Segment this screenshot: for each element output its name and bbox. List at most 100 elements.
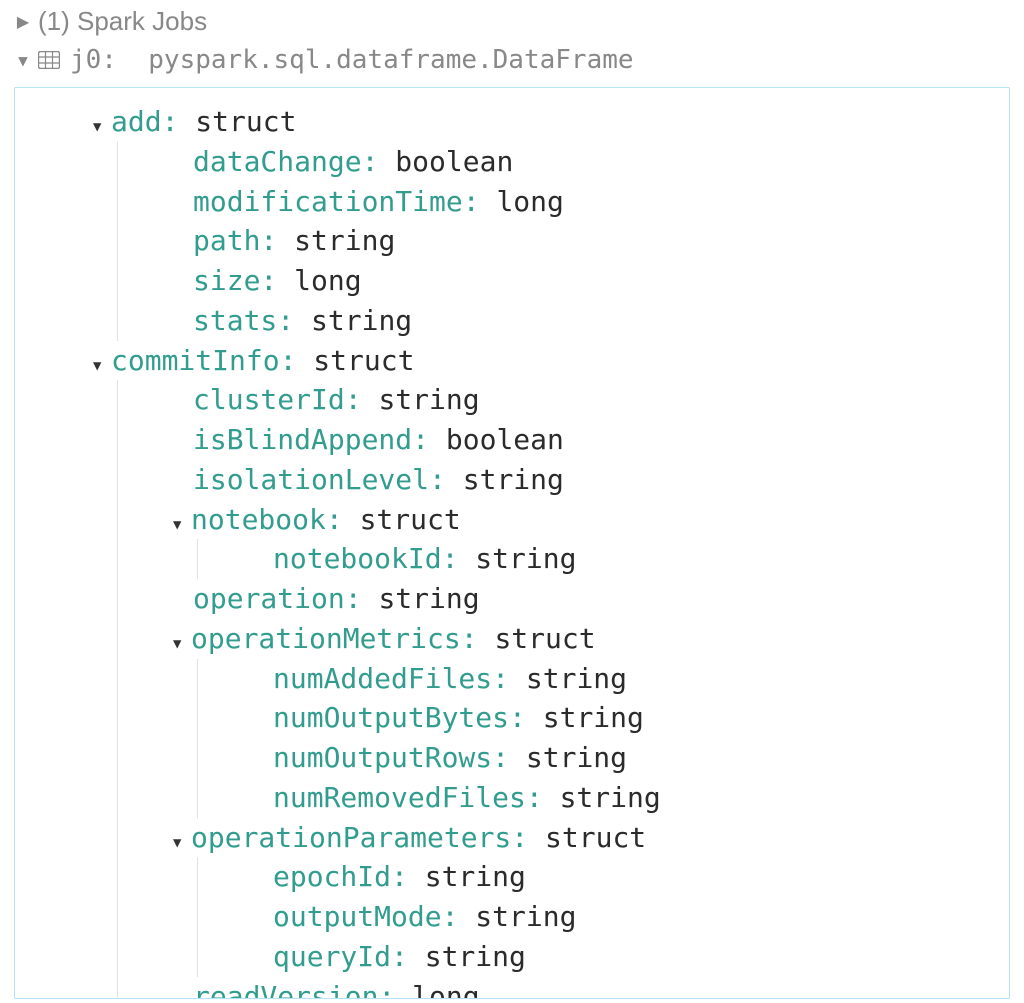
chevron-down-icon[interactable]: ▼ [173, 516, 191, 536]
field-name: numOutputBytes: [273, 698, 526, 738]
field-name: stats: [193, 301, 294, 341]
field-type: string [425, 857, 526, 897]
spacer [362, 380, 379, 420]
field-type: boolean [446, 420, 564, 460]
schema-row: queryId: string [15, 937, 1009, 977]
schema-row: numOutputBytes: string [15, 698, 1009, 738]
tree-guide [95, 261, 175, 301]
tree-guide [95, 897, 175, 937]
spark-jobs-label: (1) Spark Jobs [38, 6, 207, 37]
field-name: operation: [193, 579, 362, 619]
field-type: string [378, 380, 479, 420]
field-type: string [526, 659, 627, 699]
tree-guide [95, 380, 175, 420]
schema-row: modificationTime: long [15, 182, 1009, 222]
tree-guide [175, 778, 255, 818]
field-type: string [475, 539, 576, 579]
schema-row: notebookId: string [15, 539, 1009, 579]
field-type: string [475, 897, 576, 937]
schema-row: numRemovedFiles: string [15, 778, 1009, 818]
schema-row[interactable]: ▼add: struct [15, 102, 1009, 142]
field-type: string [294, 221, 395, 261]
spacer [178, 102, 195, 142]
tree-guide [95, 818, 175, 858]
dataframe-row[interactable]: ▼ j0: pyspark.sql.dataframe.DataFrame [0, 43, 1024, 81]
spark-jobs-row[interactable]: ▶ (1) Spark Jobs [0, 0, 1024, 43]
spacer [429, 420, 446, 460]
schema-row: numOutputRows: string [15, 738, 1009, 778]
tree-guide [95, 221, 175, 261]
spacer [526, 698, 543, 738]
var-name: j0: [70, 45, 117, 75]
spacer [543, 778, 560, 818]
tree-guide [175, 897, 255, 937]
tree-guide [95, 619, 175, 659]
schema-panel: ▼add: structdataChange: booleanmodificat… [14, 87, 1010, 999]
field-type: string [463, 460, 564, 500]
field-type: struct [195, 102, 296, 142]
field-name: epochId: [273, 857, 408, 897]
field-type: boolean [395, 142, 513, 182]
schema-row[interactable]: ▼commitInfo: struct [15, 341, 1009, 381]
field-type: string [526, 738, 627, 778]
tree-guide [95, 659, 175, 699]
field-name: operationParameters: [191, 818, 528, 858]
schema-row: operation: string [15, 579, 1009, 619]
spacer [395, 977, 412, 1000]
tree-guide [95, 182, 175, 222]
field-type: string [425, 937, 526, 977]
schema-row: dataChange: boolean [15, 142, 1009, 182]
field-name: operationMetrics: [191, 619, 478, 659]
tree-guide [95, 460, 175, 500]
spacer [343, 500, 360, 540]
schema-row[interactable]: ▼notebook: struct [15, 500, 1009, 540]
tree-guide [95, 142, 175, 182]
chevron-right-icon: ▶ [14, 12, 32, 32]
field-type: struct [545, 818, 646, 858]
spacer [458, 539, 475, 579]
schema-row: readVersion: long [15, 977, 1009, 1000]
spacer [528, 818, 545, 858]
field-name: add: [111, 102, 178, 142]
field-name: path: [193, 221, 277, 261]
spacer [509, 659, 526, 699]
tree-guide [95, 539, 175, 579]
tree-guide [95, 857, 175, 897]
tree-guide [175, 738, 255, 778]
schema-row: size: long [15, 261, 1009, 301]
schema-row: isBlindAppend: boolean [15, 420, 1009, 460]
tree-guide [95, 500, 175, 540]
spacer [296, 341, 313, 381]
tree-guide [95, 977, 175, 1000]
field-name: isBlindAppend: [193, 420, 429, 460]
schema-row: stats: string [15, 301, 1009, 341]
chevron-down-icon[interactable]: ▼ [173, 635, 191, 655]
field-name: outputMode: [273, 897, 458, 937]
tree-guide [95, 698, 175, 738]
schema-row: numAddedFiles: string [15, 659, 1009, 699]
spacer [480, 182, 497, 222]
tree-guide [95, 738, 175, 778]
schema-row[interactable]: ▼operationMetrics: struct [15, 619, 1009, 659]
spacer [294, 301, 311, 341]
schema-row: clusterId: string [15, 380, 1009, 420]
field-type: struct [360, 500, 461, 540]
field-type: string [560, 778, 661, 818]
schema-row[interactable]: ▼operationParameters: struct [15, 818, 1009, 858]
field-name: notebookId: [273, 539, 458, 579]
field-type: string [311, 301, 412, 341]
field-name: readVersion: [193, 977, 395, 1000]
schema-row: epochId: string [15, 857, 1009, 897]
spacer [458, 897, 475, 937]
tree-guide [175, 857, 255, 897]
field-name: numOutputRows: [273, 738, 509, 778]
chevron-down-icon[interactable]: ▼ [173, 834, 191, 854]
schema-row: path: string [15, 221, 1009, 261]
field-name: clusterId: [193, 380, 362, 420]
tree-guide [95, 579, 175, 619]
chevron-down-icon[interactable]: ▼ [93, 357, 111, 377]
spacer [378, 142, 395, 182]
chevron-down-icon[interactable]: ▼ [93, 118, 111, 138]
tree-guide [95, 301, 175, 341]
spacer [362, 579, 379, 619]
